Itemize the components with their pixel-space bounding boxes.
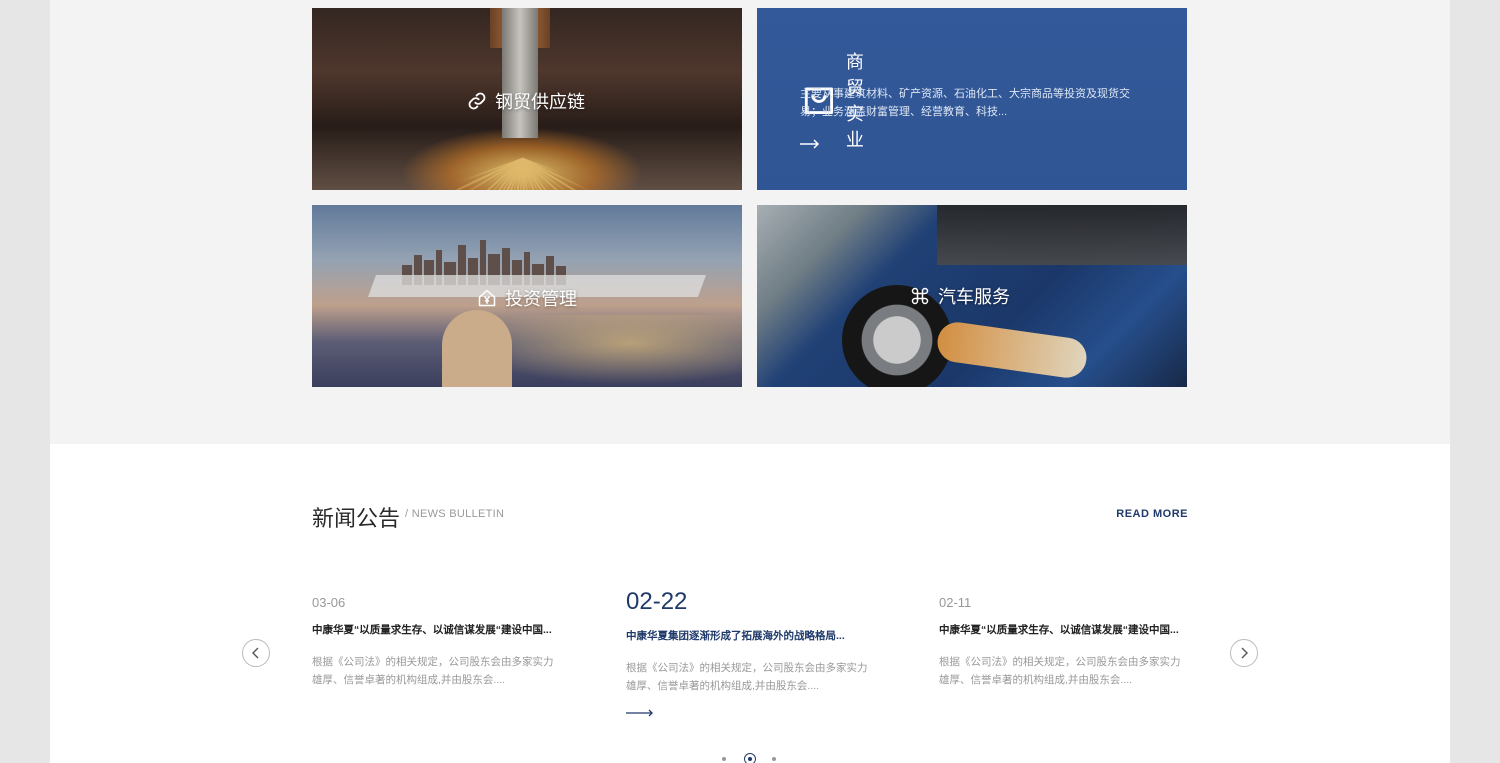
news-headline[interactable]: 中康华夏集团逐渐形成了拓展海外的战略格局... — [626, 628, 876, 643]
chevron-left-icon — [252, 647, 259, 659]
news-header: 新闻公告 / NEWS BULLETIN READ MORE — [312, 499, 1188, 531]
read-more-link[interactable]: READ MORE — [1116, 508, 1188, 520]
service-card-label: 汽车服务 — [910, 283, 1010, 309]
link-icon — [468, 92, 486, 110]
news-headline[interactable]: 中康华夏“以质量求生存、以诚信谋发展“建设中国... — [312, 622, 562, 637]
arrow-right-icon[interactable] — [626, 709, 654, 717]
services-section: 钢贸供应链 商贸实业 主要从事建筑材料、矿产资源、石油化工、大宗商品等投资及现货… — [50, 0, 1450, 444]
news-item[interactable]: 02-11 中康华夏“以质量求生存、以诚信谋发展“建设中国... 根据《公司法》… — [939, 595, 1189, 689]
pagination-dot[interactable] — [772, 757, 776, 761]
next-button[interactable] — [1230, 639, 1258, 667]
service-title: 汽车服务 — [938, 287, 1010, 307]
chevron-right-icon — [1241, 647, 1248, 659]
news-item-active[interactable]: 02-22 中康华夏集团逐渐形成了拓展海外的战略格局... 根据《公司法》的相关… — [626, 588, 876, 722]
pagination-dot-active[interactable] — [744, 753, 756, 763]
news-headline[interactable]: 中康华夏“以质量求生存、以诚信谋发展“建设中国... — [939, 622, 1189, 637]
pagination-dot[interactable] — [722, 757, 726, 761]
service-card-investment-management[interactable]: 投资管理 — [312, 205, 742, 387]
service-card-auto-service[interactable]: 汽车服务 — [757, 205, 1187, 387]
service-title: 钢贸供应链 — [495, 92, 585, 112]
service-description: 主要从事建筑材料、矿产资源、石油化工、大宗商品等投资及现货交易；业务涵盖财富管理… — [800, 88, 1130, 118]
service-title: 投资管理 — [505, 289, 577, 309]
news-section-title: 新闻公告 — [312, 506, 401, 531]
house-yen-icon — [478, 289, 496, 307]
news-date: 02-11 — [939, 595, 972, 610]
news-excerpt: 根据《公司法》的相关规定，公司股东会由多家实力雄厚、信誉卓著的机构组成,并由股东… — [312, 656, 554, 686]
news-date: 03-06 — [312, 595, 346, 610]
arrow-right-icon[interactable] — [800, 138, 820, 150]
news-item[interactable]: 03-06 中康华夏“以质量求生存、以诚信谋发展“建设中国... 根据《公司法》… — [312, 595, 562, 689]
command-icon — [911, 287, 929, 305]
news-excerpt: 根据《公司法》的相关规定，公司股东会由多家实力雄厚、信誉卓著的机构组成,并由股东… — [626, 662, 868, 692]
service-card-trade-industry[interactable]: 商贸实业 主要从事建筑材料、矿产资源、石油化工、大宗商品等投资及现货交易；业务涵… — [757, 8, 1187, 190]
news-date: 02-22 — [626, 588, 688, 615]
service-card-label: 投资管理 — [477, 285, 577, 311]
news-section-subtitle: / NEWS BULLETIN — [405, 508, 505, 520]
page: 钢贸供应链 商贸实业 主要从事建筑材料、矿产资源、石油化工、大宗商品等投资及现货… — [50, 0, 1450, 763]
service-card-steel-supply-chain[interactable]: 钢贸供应链 — [312, 8, 742, 190]
carousel-pagination — [720, 752, 780, 763]
prev-button[interactable] — [242, 639, 270, 667]
service-card-label: 钢贸供应链 — [467, 88, 585, 114]
news-excerpt: 根据《公司法》的相关规定，公司股东会由多家实力雄厚、信誉卓著的机构组成,并由股东… — [939, 656, 1181, 686]
